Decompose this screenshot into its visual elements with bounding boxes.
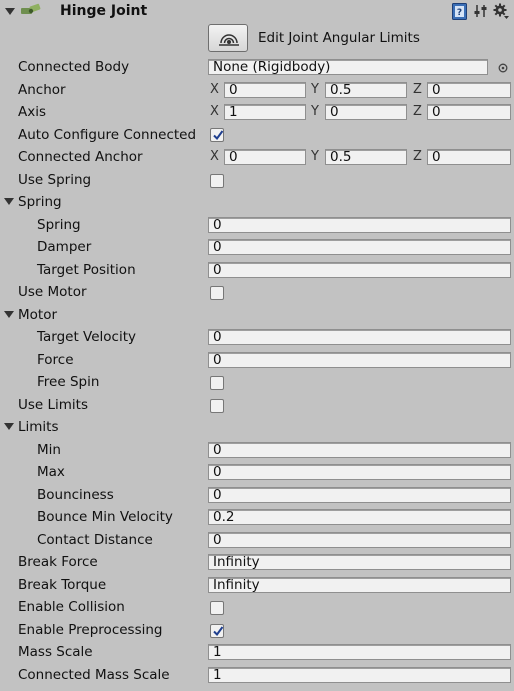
mass-scale-field[interactable]: 1 [208, 644, 511, 660]
connected-anchor-x-label[interactable]: X [210, 148, 219, 166]
mass-scale-label: Mass Scale [18, 644, 93, 660]
enable-preprocessing-label: Enable Preprocessing [18, 622, 163, 638]
axis-y-field[interactable]: 0 [325, 104, 407, 120]
limits-max-field[interactable]: 0 [208, 464, 511, 480]
spring-target-position-label: Target Position [37, 262, 136, 278]
limits-contact-distance-label: Contact Distance [37, 532, 153, 548]
break-force-field[interactable]: Infinity [208, 554, 511, 570]
auto-configure-checkbox[interactable] [210, 128, 224, 142]
anchor-y-field[interactable]: 0.5 [325, 82, 407, 98]
anchor-x-field[interactable]: 0 [224, 82, 306, 98]
limits-bounciness-label: Bounciness [37, 487, 114, 503]
anchor-y-label[interactable]: Y [311, 81, 319, 99]
use-motor-checkbox[interactable] [210, 286, 224, 300]
limits-bounciness-field[interactable]: 0 [208, 487, 511, 503]
motor-foldout-label[interactable]: Motor [18, 306, 57, 324]
anchor-z-label[interactable]: Z [413, 81, 422, 99]
axis-label: Axis [18, 104, 47, 120]
limits-min-field[interactable]: 0 [208, 442, 511, 458]
motor-free-spin-checkbox[interactable] [210, 376, 224, 390]
break-force-label: Break Force [18, 554, 98, 570]
checkmark-icon [213, 626, 224, 637]
break-torque-label: Break Torque [18, 577, 107, 593]
axis-z-field[interactable]: 0 [427, 104, 511, 120]
anchor-z-field[interactable]: 0 [427, 82, 511, 98]
presets-sliders-icon[interactable] [474, 4, 488, 18]
connected-anchor-label: Connected Anchor [18, 149, 143, 165]
connected-anchor-z-field[interactable]: 0 [427, 149, 511, 165]
break-torque-field[interactable]: Infinity [208, 577, 511, 593]
limits-max-label: Max [37, 464, 65, 480]
connected-anchor-x-field[interactable]: 0 [224, 149, 306, 165]
connected-body-label: Connected Body [18, 59, 130, 75]
svg-text:?: ? [457, 8, 462, 18]
limits-bounce-min-velocity-field[interactable]: 0.2 [208, 509, 511, 525]
component-title: Hinge Joint [60, 3, 148, 19]
axis-y-label[interactable]: Y [311, 103, 319, 121]
use-spring-checkbox[interactable] [210, 174, 224, 188]
spring-foldout-caret-icon[interactable] [4, 198, 14, 205]
hinge-joint-component-icon [21, 3, 41, 14]
object-picker-icon[interactable] [498, 63, 508, 73]
edit-joint-limits-label: Edit Joint Angular Limits [258, 30, 420, 46]
settings-gear-icon[interactable] [493, 3, 509, 19]
enable-collision-checkbox[interactable] [210, 601, 224, 615]
use-motor-label: Use Motor [18, 284, 87, 300]
motor-force-field[interactable]: 0 [208, 352, 511, 368]
limits-foldout-label[interactable]: Limits [18, 418, 59, 436]
connected-body-field[interactable]: None (Rigidbody) [208, 59, 488, 75]
connected-mass-scale-field[interactable]: 1 [208, 667, 511, 683]
limits-min-label: Min [37, 442, 61, 458]
motor-target-velocity-label: Target Velocity [37, 329, 137, 345]
auto-configure-label: Auto Configure Connected [18, 127, 197, 143]
axis-z-label[interactable]: Z [413, 103, 422, 121]
checkmark-icon [213, 130, 224, 141]
axis-x-label[interactable]: X [210, 103, 219, 121]
motor-foldout-caret-icon[interactable] [4, 311, 14, 318]
connected-anchor-y-field[interactable]: 0.5 [325, 149, 407, 165]
connected-anchor-y-label[interactable]: Y [311, 148, 319, 166]
edit-joint-limits-button[interactable] [208, 24, 248, 52]
spring-damper-label: Damper [37, 239, 92, 255]
joint-limits-icon [219, 34, 239, 46]
spring-target-position-field[interactable]: 0 [208, 262, 511, 278]
motor-target-velocity-field[interactable]: 0 [208, 329, 511, 345]
limits-foldout-caret-icon[interactable] [4, 423, 14, 430]
connected-anchor-z-label[interactable]: Z [413, 148, 422, 166]
motor-free-spin-label: Free Spin [37, 374, 100, 390]
axis-x-field[interactable]: 1 [224, 104, 306, 120]
limits-contact-distance-field[interactable]: 0 [208, 532, 511, 548]
connected-mass-scale-label: Connected Mass Scale [18, 667, 170, 683]
use-limits-label: Use Limits [18, 397, 89, 413]
anchor-x-label[interactable]: X [210, 81, 219, 99]
use-spring-label: Use Spring [18, 172, 92, 188]
component-header: Hinge Joint ? [0, 0, 514, 24]
anchor-label: Anchor [18, 82, 66, 98]
spring-damper-field[interactable]: 0 [208, 239, 511, 255]
enable-collision-label: Enable Collision [18, 599, 125, 615]
use-limits-checkbox[interactable] [210, 399, 224, 413]
spring-foldout-label[interactable]: Spring [18, 193, 62, 211]
help-book-icon[interactable]: ? [452, 3, 467, 20]
limits-bounce-min-velocity-label: Bounce Min Velocity [37, 509, 173, 525]
motor-force-label: Force [37, 352, 74, 368]
expand-caret-icon[interactable] [5, 8, 15, 15]
spring-spring-field[interactable]: 0 [208, 217, 511, 233]
spring-spring-label: Spring [37, 217, 81, 233]
enable-preprocessing-checkbox[interactable] [210, 624, 224, 638]
